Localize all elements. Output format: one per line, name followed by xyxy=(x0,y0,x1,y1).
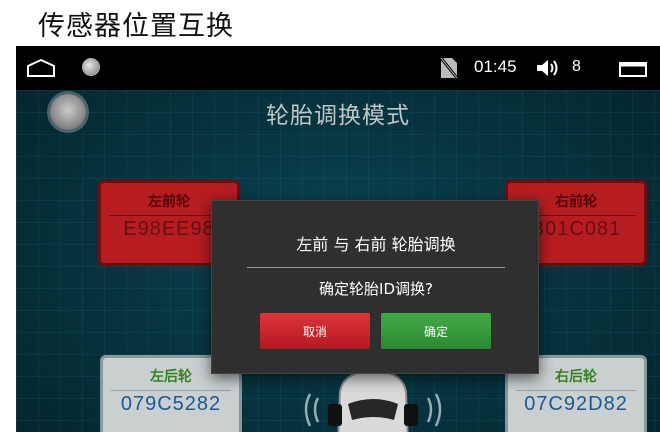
device-screen: 01:45 8 轮胎调换模式 左前轮 E98EE98 右前轮 B01C081 左… xyxy=(16,46,660,432)
status-bar: 01:45 8 xyxy=(16,46,660,90)
dialog-divider xyxy=(247,267,505,268)
volume-level: 8 xyxy=(572,58,581,75)
dialog-message: 确定轮胎ID调换? xyxy=(319,280,433,298)
clock: 01:45 xyxy=(474,57,517,76)
window-icon[interactable] xyxy=(618,60,648,78)
app-icon[interactable] xyxy=(82,58,100,76)
home-icon[interactable] xyxy=(26,59,56,77)
cancel-button[interactable]: 取消 xyxy=(260,313,370,349)
caption-title: 传感器位置互换 xyxy=(38,11,234,42)
confirm-button[interactable]: 确定 xyxy=(381,313,491,349)
dialog-title: 左前 与 右前 轮胎调换 xyxy=(296,235,456,254)
volume-icon[interactable] xyxy=(536,58,560,78)
swap-confirm-dialog: 左前 与 右前 轮胎调换 确定轮胎ID调换? 取消 确定 xyxy=(211,200,539,374)
no-sim-icon xyxy=(440,57,458,79)
